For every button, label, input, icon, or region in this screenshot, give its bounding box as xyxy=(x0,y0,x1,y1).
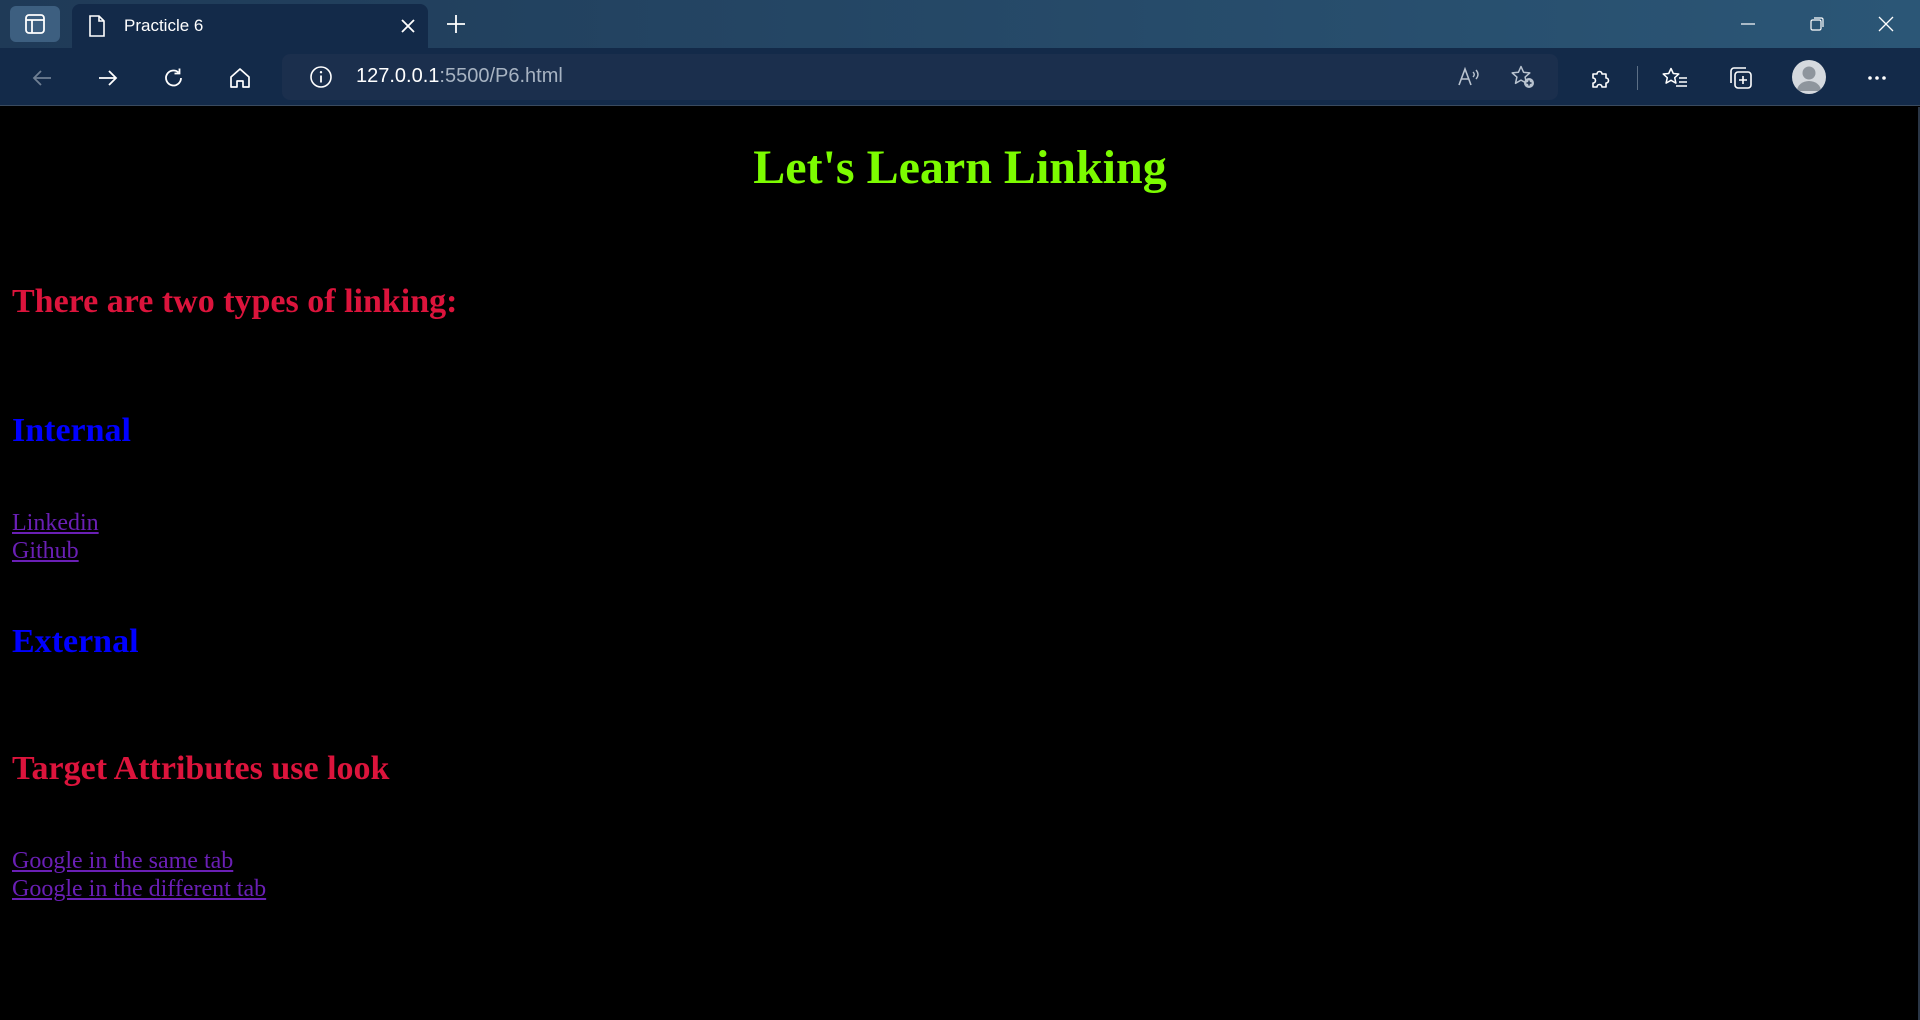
external-heading: External xyxy=(12,623,139,660)
add-favorite-button[interactable] xyxy=(1506,60,1540,94)
tab-actions-icon xyxy=(24,13,46,35)
title-bar: Practicle 6 xyxy=(0,0,1920,48)
close-window-button[interactable] xyxy=(1851,0,1920,48)
plus-icon xyxy=(445,13,467,35)
puzzle-icon xyxy=(1589,66,1613,90)
read-aloud-button[interactable] xyxy=(1452,60,1486,94)
url-path: :5500/P6.html xyxy=(439,65,563,87)
page-content: Let's Learn Linking There are two types … xyxy=(0,107,1920,1020)
restore-button[interactable] xyxy=(1782,0,1851,48)
collections-icon xyxy=(1728,65,1754,91)
forward-arrow-icon xyxy=(96,66,120,90)
extensions-button[interactable] xyxy=(1581,58,1621,98)
home-icon xyxy=(228,66,252,90)
favorites-icon xyxy=(1662,66,1688,90)
internal-heading: Internal xyxy=(12,412,131,449)
site-info-button[interactable] xyxy=(304,60,338,94)
tab-actions-button[interactable] xyxy=(10,6,60,42)
tab-close-button[interactable] xyxy=(388,6,428,46)
add-favorite-icon xyxy=(1510,64,1536,90)
intro-heading: There are two types of linking: xyxy=(12,283,458,320)
target-heading: Target Attributes use look xyxy=(12,750,390,787)
minimize-button[interactable] xyxy=(1713,0,1782,48)
tab-active[interactable]: Practicle 6 xyxy=(72,4,428,48)
info-icon xyxy=(309,65,333,89)
more-button[interactable] xyxy=(1857,58,1897,98)
link-linkedin[interactable]: Linkedin xyxy=(12,510,99,537)
toolbar-separator xyxy=(1637,66,1638,90)
refresh-icon xyxy=(162,66,186,90)
tab-title: Practicle 6 xyxy=(124,16,204,35)
address-bar[interactable]: 127.0.0.1:5500/P6.html xyxy=(282,54,1558,100)
refresh-button[interactable] xyxy=(154,58,194,98)
close-icon xyxy=(400,18,416,34)
home-button[interactable] xyxy=(220,58,260,98)
back-button[interactable] xyxy=(22,58,62,98)
link-github[interactable]: Github xyxy=(12,538,79,565)
window-controls xyxy=(1713,0,1920,48)
link-google-same-tab[interactable]: Google in the same tab xyxy=(12,848,233,875)
browser-toolbar: 127.0.0.1:5500/P6.html xyxy=(0,48,1920,106)
more-icon xyxy=(1865,66,1889,90)
forward-button[interactable] xyxy=(88,58,128,98)
restore-icon xyxy=(1809,16,1825,32)
new-tab-button[interactable] xyxy=(436,6,476,42)
url-host: 127.0.0.1 xyxy=(356,65,440,87)
back-arrow-icon xyxy=(30,66,54,90)
page-title: Let's Learn Linking xyxy=(753,141,1167,194)
minimize-icon xyxy=(1740,16,1756,32)
favorites-button[interactable] xyxy=(1655,58,1695,98)
collections-button[interactable] xyxy=(1721,58,1761,98)
avatar[interactable] xyxy=(1792,60,1826,94)
link-google-different-tab[interactable]: Google in the different tab xyxy=(12,876,266,903)
page-icon xyxy=(88,15,106,37)
read-aloud-icon xyxy=(1456,65,1482,89)
url-text[interactable]: 127.0.0.1:5500/P6.html xyxy=(356,65,563,88)
close-window-icon xyxy=(1877,15,1895,33)
